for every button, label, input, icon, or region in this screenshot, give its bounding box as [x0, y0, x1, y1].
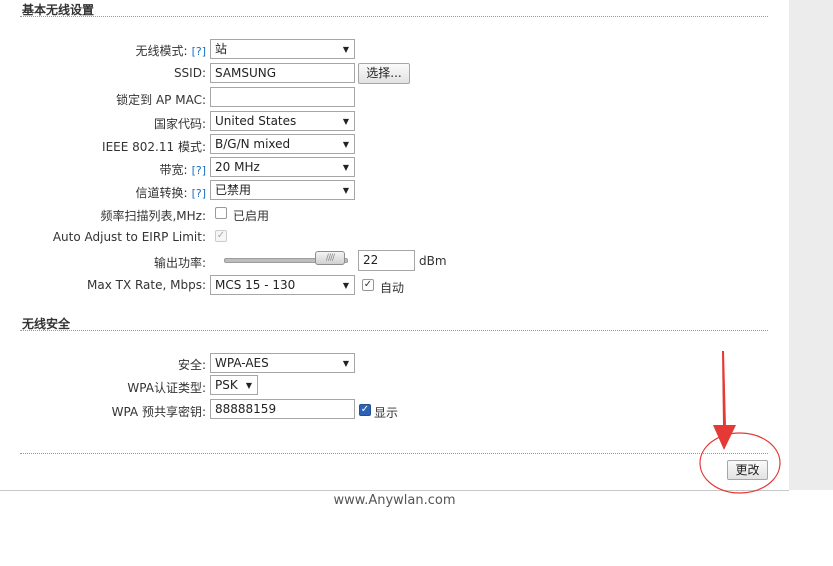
security-label: 安全: — [177, 358, 206, 372]
wireless-mode-value: 站 — [215, 42, 228, 56]
output-power-slider-handle[interactable]: //// — [315, 251, 345, 265]
ieee-mode-select[interactable]: B/G/N mixed — [210, 134, 355, 154]
ssid-value: SAMSUNG — [215, 66, 277, 80]
footer-text: www.Anywlan.com — [333, 493, 456, 508]
show-psk-checkbox[interactable]: ✓ — [359, 404, 371, 416]
help-link-wireless-mode[interactable]: [?] — [192, 45, 206, 58]
max-tx-rate-auto-label: 自动 — [380, 281, 405, 295]
channel-shifting-label: 信道转换: — [135, 186, 188, 200]
bandwidth-select[interactable]: 20 MHz — [210, 157, 355, 177]
channel-shifting-select[interactable]: 已禁用 — [210, 180, 355, 200]
section-divider — [20, 16, 768, 17]
frequency-scan-checkbox[interactable] — [215, 207, 227, 219]
output-power-label: 输出功率: — [153, 256, 206, 270]
checkmark-icon: ✓ — [216, 230, 226, 241]
wpa-auth-type-label: WPA认证类型: — [127, 381, 206, 395]
country-code-label: 国家代码: — [153, 117, 206, 131]
bandwidth-label: 带宽: — [159, 163, 188, 177]
max-tx-rate-label: Max TX Rate, Mbps: — [86, 278, 206, 292]
max-tx-rate-value: MCS 15 - 130 — [215, 278, 296, 292]
auto-adjust-eirp-label: Auto Adjust to EIRP Limit: — [52, 230, 206, 244]
ssid-input[interactable]: SAMSUNG — [210, 63, 355, 83]
frequency-scan-label: 频率扫描列表,MHz: — [100, 209, 206, 223]
ieee-mode-label: IEEE 802.11 模式: — [102, 140, 206, 154]
section-divider — [20, 453, 768, 454]
output-power-input[interactable]: 22 — [358, 250, 415, 271]
channel-shifting-value: 已禁用 — [215, 183, 252, 197]
section-divider — [20, 330, 768, 331]
lock-ap-mac-label: 锁定到 AP MAC: — [116, 93, 206, 107]
frequency-scan-enabled-label: 已启用 — [233, 209, 270, 223]
max-tx-rate-select[interactable]: MCS 15 - 130 — [210, 275, 355, 295]
wpa-psk-input[interactable]: 88888159 — [210, 399, 355, 419]
help-link-channel-shifting[interactable]: [?] — [192, 187, 206, 200]
bandwidth-value: 20 MHz — [215, 160, 260, 174]
output-power-value: 22 — [363, 253, 379, 267]
security-select[interactable]: WPA-AES — [210, 353, 355, 373]
wpa-psk-label: WPA 预共享密钥: — [111, 405, 206, 419]
auto-adjust-eirp-checkbox[interactable]: ✓ — [215, 230, 227, 242]
wireless-mode-label: 无线模式: — [135, 44, 188, 58]
lock-ap-mac-input[interactable] — [210, 87, 355, 107]
right-scroll-area — [789, 0, 833, 490]
wpa-auth-type-select[interactable]: PSK — [210, 375, 258, 395]
output-power-unit: dBm — [419, 254, 447, 268]
checkmark-icon: ✓ — [363, 279, 373, 290]
ieee-mode-value: B/G/N mixed — [215, 137, 291, 151]
ssid-label: SSID: — [173, 66, 206, 80]
security-value: WPA-AES — [215, 356, 269, 370]
help-link-bandwidth[interactable]: [?] — [192, 164, 206, 177]
wireless-mode-label-row: 无线模式: [?] — [136, 42, 206, 59]
channel-shifting-label-row: 信道转换: [?] — [136, 184, 206, 201]
select-ssid-button[interactable]: 选择... — [358, 63, 410, 84]
show-psk-label: 显示 — [374, 406, 399, 420]
annotation-arrow-icon — [699, 351, 781, 494]
bandwidth-label-row: 带宽: [?] — [160, 161, 206, 178]
wpa-psk-value: 88888159 — [215, 402, 277, 416]
checkmark-icon: ✓ — [360, 404, 370, 415]
country-code-value: United States — [215, 114, 297, 128]
max-tx-rate-auto-checkbox[interactable]: ✓ — [362, 279, 374, 291]
country-code-select[interactable]: United States — [210, 111, 355, 131]
wireless-mode-select[interactable]: 站 — [210, 39, 355, 59]
wpa-auth-type-value: PSK — [215, 378, 238, 392]
